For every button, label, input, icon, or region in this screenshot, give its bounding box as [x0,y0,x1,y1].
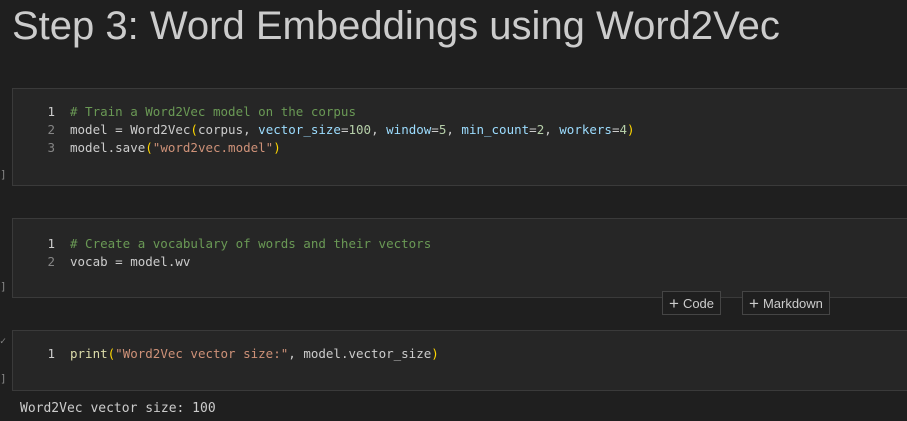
code-token: = [340,122,349,137]
code-token: ) [627,122,635,137]
line-number: 1 [47,236,55,251]
code-text: # Train a Word2Vec model on the corpus [70,103,356,121]
code-cell-1[interactable]: 1 # Train a Word2Vec model on the corpus 2… [12,88,907,186]
code-token: = [529,122,537,137]
line-number: 2 [47,254,55,269]
code-token: vector_size [258,122,341,137]
line-number: 2 [47,122,55,137]
code-cell-2[interactable]: 1 # Create a vocabulary of words and thei… [12,218,907,298]
code-token: ) [431,346,439,361]
cell-execution-bracket: ] [0,168,7,181]
code-token: workers [559,122,612,137]
plus-icon: + [669,294,679,313]
page-title: Step 3: Word Embeddings using Word2Vec [12,4,780,48]
code-cell-3[interactable]: 1 print("Word2Vec vector size:", model.ve… [12,330,907,391]
code-token: ( [190,122,198,137]
code-token: , [371,122,387,137]
code-token: min_count [461,122,530,137]
code-text: vocab = model.wv [70,253,190,271]
line-number: 1 [47,346,55,361]
line-number: 1 [47,104,55,119]
code-token: print [70,346,108,361]
code-token: , [446,122,462,137]
code-token: "word2vec.model" [152,140,274,155]
line-number: 3 [47,140,55,155]
code-token: corpus, [197,122,259,137]
code-token: 100 [348,122,372,137]
code-token: = [431,122,439,137]
add-code-label: Code [682,296,715,311]
add-markdown-label: Markdown [762,296,823,311]
code-text: # Create a vocabulary of words and their… [70,235,431,253]
code-token: # Create a vocabulary of words and their… [70,236,432,251]
add-code-cell-button[interactable]: + Code [662,291,722,315]
code-token: vocab = model.wv [70,254,191,269]
code-token: ( [145,140,153,155]
plus-icon: + [749,294,759,313]
code-token: 4 [619,122,628,137]
code-token: # Train a Word2Vec model on the corpus [70,104,356,119]
code-text: model = Word2Vec(corpus, vector_size=100… [70,121,635,139]
code-token: ) [273,140,281,155]
code-token: , [544,122,560,137]
code-token: "Word2Vec vector size:" [115,346,289,361]
cell-execution-bracket: ] [0,280,7,293]
add-markdown-cell-button[interactable]: + Markdown [742,291,830,315]
code-token: window [386,122,432,137]
code-text: print("Word2Vec vector size:", model.vec… [70,345,439,363]
code-token: model.save [70,140,146,155]
code-text: model.save("word2vec.model") [70,139,281,157]
code-token: = [611,122,620,137]
cell-output: Word2Vec vector size: 100 [20,401,216,416]
chevron-down-icon[interactable]: ✓ [0,336,6,347]
code-token: , model.vector_size [288,346,432,361]
cell-execution-bracket: ] [0,372,7,385]
code-token: model = Word2Vec [70,122,191,137]
